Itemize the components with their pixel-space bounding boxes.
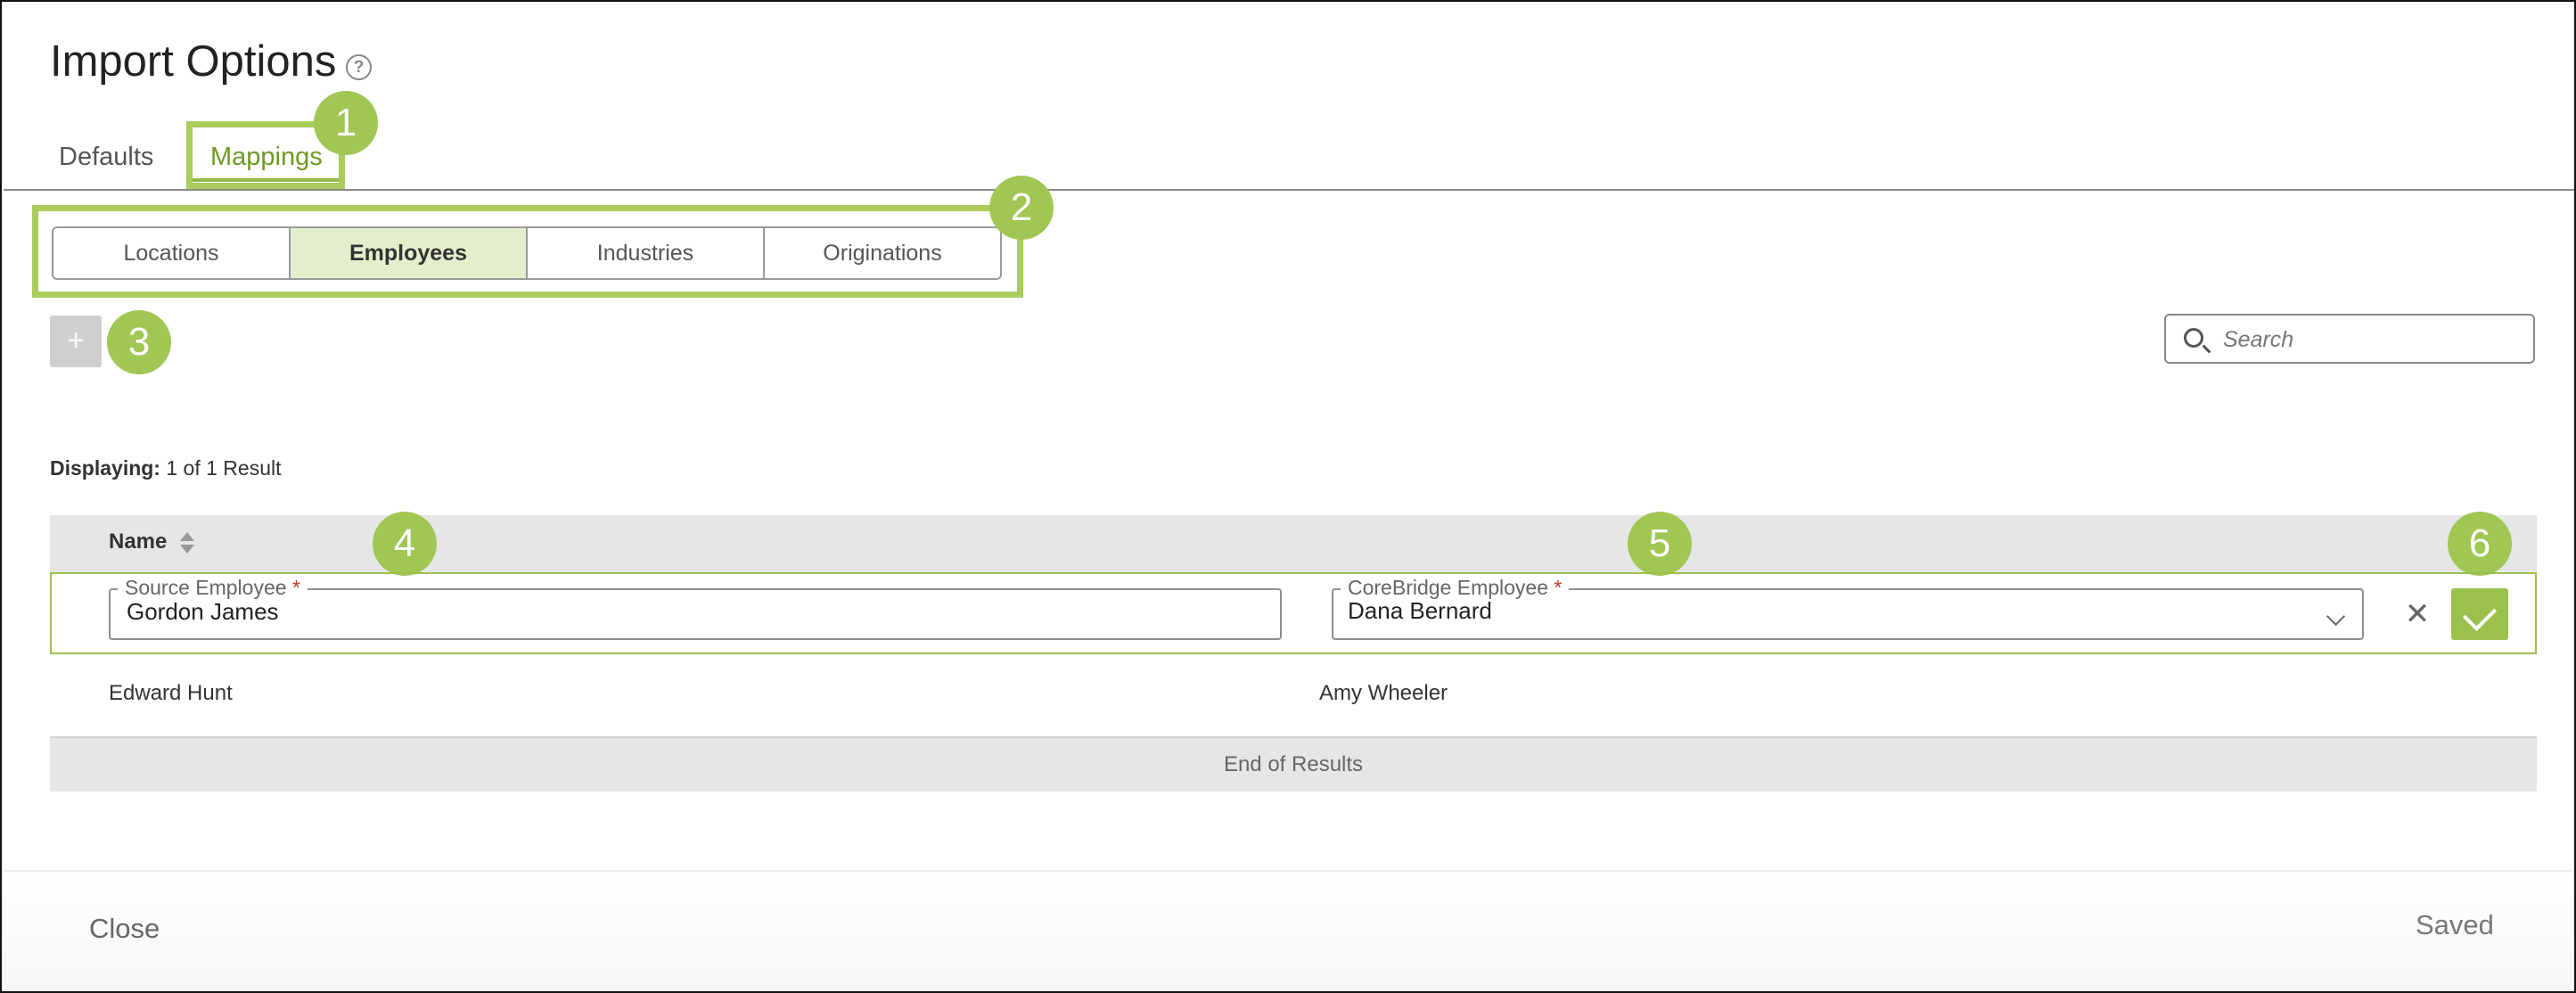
page-title: Import Options (50, 37, 337, 86)
corebridge-employee-value: Dana Bernard (1348, 597, 1492, 624)
save-status: Saved (2416, 909, 2494, 940)
tab-divider (4, 189, 2574, 191)
results-label: Displaying: (50, 456, 160, 480)
search-icon (2184, 328, 2203, 348)
chevron-down-icon[interactable] (2326, 606, 2346, 627)
dialog-footer (4, 870, 2572, 991)
subtab-locations[interactable]: Locations (53, 228, 291, 278)
confirm-edit-button[interactable] (2451, 588, 2508, 640)
cancel-edit-button[interactable]: ✕ (2400, 595, 2435, 634)
annotation-badge-6: 6 (2448, 512, 2512, 576)
annotation-badge-2: 2 (989, 176, 1054, 240)
sort-icon[interactable] (180, 532, 194, 557)
close-button[interactable]: Close (89, 913, 160, 945)
annotation-badge-1: 1 (314, 91, 378, 155)
source-employee-field: Source Employee * (109, 575, 1282, 640)
search-box (2164, 314, 2535, 364)
add-mapping-button[interactable]: + (50, 316, 102, 367)
search-input[interactable] (2221, 323, 2519, 357)
annotation-badge-5: 5 (1628, 512, 1692, 576)
help-icon[interactable]: ? (346, 54, 372, 80)
results-count: Displaying: 1 of 1 Result (50, 456, 282, 480)
column-header-name[interactable]: Name (109, 529, 167, 554)
source-employee-label: Source Employee * (118, 575, 308, 600)
subtab-employees[interactable]: Employees (291, 228, 528, 278)
row-source-employee: Edward Hunt (109, 681, 233, 705)
corebridge-employee-label: CoreBridge Employee * (1341, 575, 1570, 600)
check-icon (2462, 596, 2498, 632)
source-employee-input[interactable] (125, 597, 1020, 627)
results-summary: 1 of 1 Result (166, 456, 282, 480)
row-corebridge-employee: Amy Wheeler (1319, 681, 1448, 705)
subtab-originations[interactable]: Originations (765, 228, 1000, 278)
annotation-badge-4: 4 (373, 512, 437, 576)
end-of-results: End of Results (50, 736, 2537, 792)
tab-defaults[interactable]: Defaults (59, 135, 153, 178)
mapping-subtabs: Locations Employees Industries Originati… (52, 226, 1002, 280)
corebridge-employee-select[interactable]: CoreBridge Employee * Dana Bernard (1332, 575, 2364, 640)
dialog-frame (0, 0, 2576, 993)
subtab-industries[interactable]: Industries (528, 228, 765, 278)
annotation-badge-3: 3 (107, 310, 171, 374)
